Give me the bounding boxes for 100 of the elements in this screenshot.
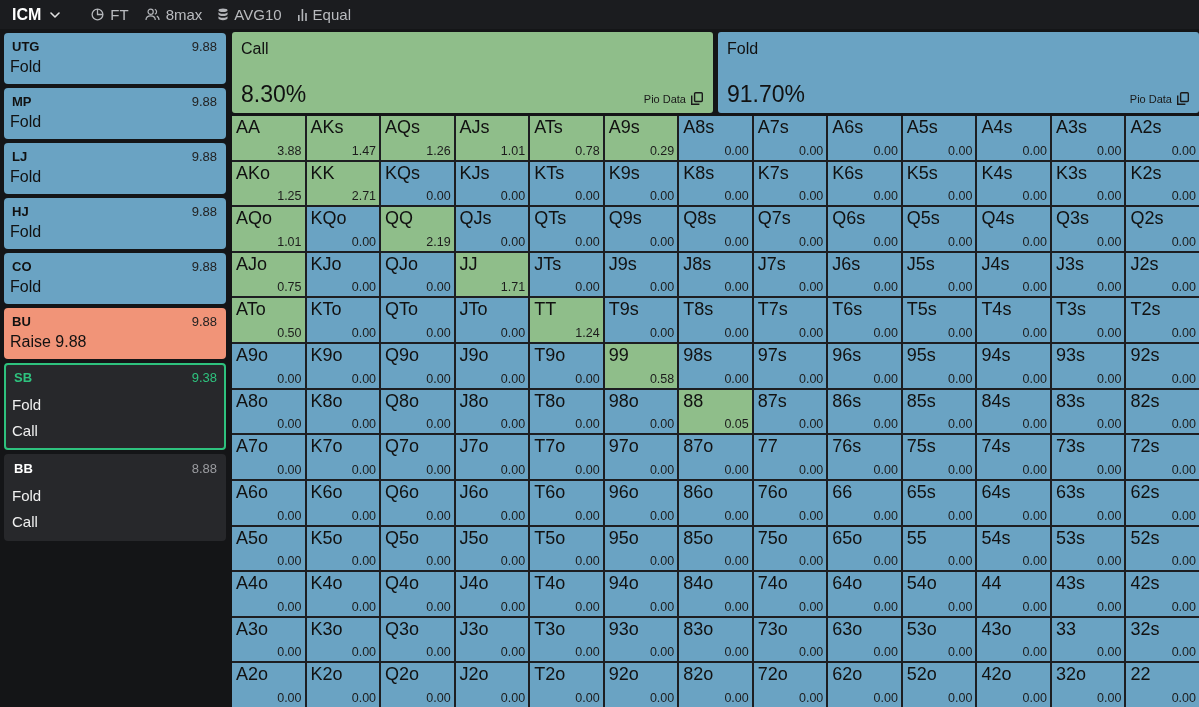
hand-cell[interactable]: A8o 0.00 bbox=[232, 389, 305, 434]
hand-cell[interactable]: 93o 0.00 bbox=[604, 617, 678, 662]
hand-cell[interactable]: 94o 0.00 bbox=[604, 572, 678, 616]
hand-cell[interactable]: A6s 0.00 bbox=[828, 116, 901, 160]
hand-cell[interactable]: K6s 0.00 bbox=[828, 161, 901, 206]
hand-cell[interactable]: 32s 0.00 bbox=[1126, 617, 1199, 662]
hand-cell[interactable]: Q8s 0.00 bbox=[679, 207, 752, 251]
hand-cell[interactable]: 64s 0.00 bbox=[977, 480, 1050, 525]
source-copy-button[interactable]: Pio Data bbox=[643, 92, 706, 107]
hand-cell[interactable]: 73s 0.00 bbox=[1051, 435, 1125, 479]
hand-cell[interactable]: K2o 0.00 bbox=[306, 663, 380, 707]
hand-cell[interactable]: K8s 0.00 bbox=[679, 161, 752, 206]
hand-cell[interactable]: 62o 0.00 bbox=[828, 663, 901, 707]
hand-cell[interactable]: T9s 0.00 bbox=[604, 298, 678, 343]
hand-cell[interactable]: QTs 0.00 bbox=[530, 207, 603, 251]
hand-cell[interactable]: KQo 0.00 bbox=[306, 207, 380, 251]
hand-cell[interactable]: A4s 0.00 bbox=[977, 116, 1050, 160]
hand-cell[interactable]: 86o 0.00 bbox=[679, 480, 752, 525]
hand-cell[interactable]: 75o 0.00 bbox=[753, 526, 827, 571]
hand-cell[interactable]: 92s 0.00 bbox=[1126, 344, 1199, 388]
hand-cell[interactable]: A9o 0.00 bbox=[232, 344, 305, 388]
hand-cell[interactable]: J2o 0.00 bbox=[455, 663, 529, 707]
hand-cell[interactable]: A2o 0.00 bbox=[232, 663, 305, 707]
hand-cell[interactable]: T6s 0.00 bbox=[828, 298, 901, 343]
seat-card[interactable]: CO 9.88 Fold bbox=[4, 253, 226, 304]
hand-cell[interactable]: J2s 0.00 bbox=[1126, 252, 1199, 297]
hand-cell[interactable]: J4o 0.00 bbox=[455, 572, 529, 616]
hand-cell[interactable]: JTs 0.00 bbox=[530, 252, 603, 297]
hand-cell[interactable]: A5s 0.00 bbox=[902, 116, 976, 160]
hand-cell[interactable]: T5s 0.00 bbox=[902, 298, 976, 343]
hand-cell[interactable]: AA 3.88 bbox=[232, 116, 305, 160]
seat-option[interactable]: Call bbox=[12, 418, 217, 444]
hand-cell[interactable]: A7s 0.00 bbox=[753, 116, 827, 160]
hand-cell[interactable]: Q3o 0.00 bbox=[381, 617, 454, 662]
mode-dropdown[interactable]: ICM bbox=[12, 5, 61, 24]
hand-cell[interactable]: AQo 1.01 bbox=[232, 207, 305, 251]
hand-cell[interactable]: K3o 0.00 bbox=[306, 617, 380, 662]
hand-cell[interactable]: K6o 0.00 bbox=[306, 480, 380, 525]
hand-cell[interactable]: 53o 0.00 bbox=[902, 617, 976, 662]
action-card[interactable]: Call 8.30% Pio Data bbox=[232, 32, 713, 113]
hand-cell[interactable]: 83s 0.00 bbox=[1051, 389, 1125, 434]
hand-cell[interactable]: 42s 0.00 bbox=[1126, 572, 1199, 616]
hand-cell[interactable]: K7s 0.00 bbox=[753, 161, 827, 206]
hand-cell[interactable]: Q2o 0.00 bbox=[381, 663, 454, 707]
hand-cell[interactable]: 43o 0.00 bbox=[977, 617, 1050, 662]
hand-cell[interactable]: T3o 0.00 bbox=[530, 617, 603, 662]
hand-cell[interactable]: A7o 0.00 bbox=[232, 435, 305, 479]
hand-cell[interactable]: 75s 0.00 bbox=[902, 435, 976, 479]
hand-cell[interactable]: 77 0.00 bbox=[753, 435, 827, 479]
hand-cell[interactable]: A5o 0.00 bbox=[232, 526, 305, 571]
hand-cell[interactable]: 99 0.58 bbox=[604, 344, 678, 388]
seat-card[interactable]: UTG 9.88 Fold bbox=[4, 33, 226, 84]
hand-cell[interactable]: T9o 0.00 bbox=[530, 344, 603, 388]
hand-cell[interactable]: 94s 0.00 bbox=[977, 344, 1050, 388]
seat-option[interactable]: Call bbox=[12, 509, 217, 535]
hand-cell[interactable]: QJo 0.00 bbox=[381, 252, 454, 297]
hand-cell[interactable]: J5s 0.00 bbox=[902, 252, 976, 297]
hand-cell[interactable]: 64o 0.00 bbox=[828, 572, 901, 616]
hand-cell[interactable]: J8s 0.00 bbox=[679, 252, 752, 297]
hand-cell[interactable]: 73o 0.00 bbox=[753, 617, 827, 662]
hand-cell[interactable]: A3o 0.00 bbox=[232, 617, 305, 662]
seat-card[interactable]: MP 9.88 Fold bbox=[4, 88, 226, 139]
hand-cell[interactable]: T7o 0.00 bbox=[530, 435, 603, 479]
hand-cell[interactable]: 82o 0.00 bbox=[679, 663, 752, 707]
hand-cell[interactable]: J4s 0.00 bbox=[977, 252, 1050, 297]
hand-cell[interactable]: ATo 0.50 bbox=[232, 298, 305, 343]
hand-cell[interactable]: 87o 0.00 bbox=[679, 435, 752, 479]
hand-cell[interactable]: QTo 0.00 bbox=[381, 298, 454, 343]
hand-cell[interactable]: 42o 0.00 bbox=[977, 663, 1050, 707]
hand-cell[interactable]: K9o 0.00 bbox=[306, 344, 380, 388]
hand-cell[interactable]: 98o 0.00 bbox=[604, 389, 678, 434]
hand-cell[interactable]: KTs 0.00 bbox=[530, 161, 603, 206]
hand-cell[interactable]: K4s 0.00 bbox=[977, 161, 1050, 206]
hand-cell[interactable]: T4o 0.00 bbox=[530, 572, 603, 616]
hand-cell[interactable]: Q9o 0.00 bbox=[381, 344, 454, 388]
hand-cell[interactable]: 95s 0.00 bbox=[902, 344, 976, 388]
hand-cell[interactable]: K4o 0.00 bbox=[306, 572, 380, 616]
hand-cell[interactable]: T6o 0.00 bbox=[530, 480, 603, 525]
hand-cell[interactable]: Q6o 0.00 bbox=[381, 480, 454, 525]
hand-cell[interactable]: 65s 0.00 bbox=[902, 480, 976, 525]
hand-cell[interactable]: 83o 0.00 bbox=[679, 617, 752, 662]
hand-cell[interactable]: 53s 0.00 bbox=[1051, 526, 1125, 571]
hand-cell[interactable]: Q5o 0.00 bbox=[381, 526, 454, 571]
hand-cell[interactable]: QQ 2.19 bbox=[381, 207, 454, 251]
hand-cell[interactable]: 63s 0.00 bbox=[1051, 480, 1125, 525]
action-card[interactable]: Fold 91.70% Pio Data bbox=[718, 32, 1199, 113]
hand-cell[interactable]: KTo 0.00 bbox=[306, 298, 380, 343]
hand-cell[interactable]: A8s 0.00 bbox=[679, 116, 752, 160]
hand-cell[interactable]: JJ 1.71 bbox=[455, 252, 529, 297]
hand-cell[interactable]: Q3s 0.00 bbox=[1051, 207, 1125, 251]
seat-card[interactable]: BU 9.88 Raise 9.88 bbox=[4, 308, 226, 359]
hand-cell[interactable]: 85o 0.00 bbox=[679, 526, 752, 571]
hand-cell[interactable]: T5o 0.00 bbox=[530, 526, 603, 571]
hand-cell[interactable]: 33 0.00 bbox=[1051, 617, 1125, 662]
filter-button[interactable]: AVG10 bbox=[218, 6, 282, 23]
hand-cell[interactable]: 88 0.05 bbox=[679, 389, 752, 434]
hand-cell[interactable]: 52s 0.00 bbox=[1126, 526, 1199, 571]
hand-cell[interactable]: T2o 0.00 bbox=[530, 663, 603, 707]
hand-cell[interactable]: J7o 0.00 bbox=[455, 435, 529, 479]
hand-cell[interactable]: TT 1.24 bbox=[530, 298, 603, 343]
